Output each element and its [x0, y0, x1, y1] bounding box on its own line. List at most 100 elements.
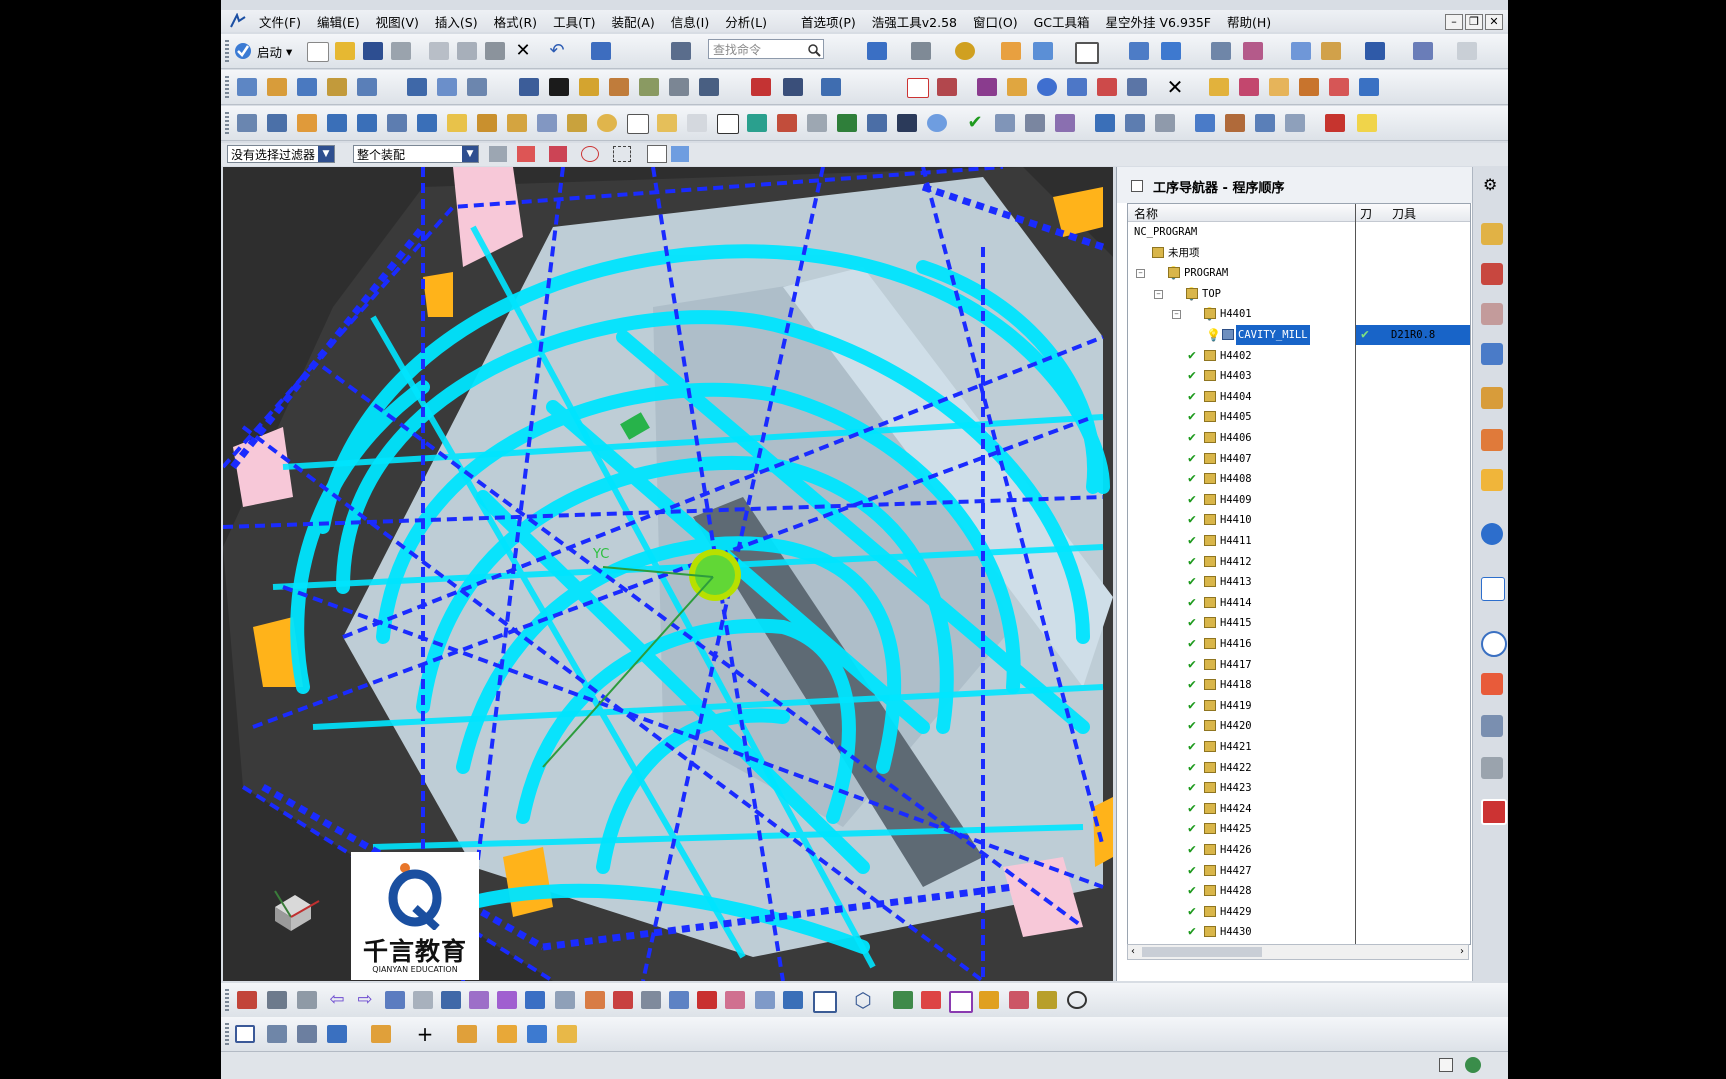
menu-gc-toolkit[interactable]: GC工具箱 — [1026, 12, 1098, 31]
program-order-view-icon[interactable] — [407, 78, 427, 96]
plugin-tool-21-icon[interactable] — [837, 114, 857, 132]
tree-row[interactable]: ✔ H4413 — [1128, 572, 1470, 592]
plugin-tool-8-icon[interactable] — [447, 114, 467, 132]
menu-tools[interactable]: 工具(T) — [545, 12, 603, 31]
tree-row[interactable]: ✔ H4427 — [1128, 861, 1470, 881]
geometry-view-icon[interactable] — [467, 78, 487, 96]
plugin-tool-12-icon[interactable] — [567, 114, 587, 132]
menu-edit[interactable]: 编辑(E) — [309, 12, 368, 31]
cut-icon[interactable] — [429, 42, 449, 60]
plugin-tool-22-icon[interactable] — [867, 114, 887, 132]
constraint-navigator-tab-icon[interactable] — [1481, 263, 1503, 285]
snap-icon[interactable] — [1365, 42, 1385, 60]
collapse-icon[interactable]: − — [1136, 269, 1145, 279]
search-icon[interactable] — [807, 43, 821, 57]
tree-row[interactable]: ✔ H4422 — [1128, 758, 1470, 778]
verify-toolpath-icon[interactable] — [579, 78, 599, 96]
background-icon[interactable] — [1075, 42, 1099, 64]
plugin-tool-31-icon[interactable] — [1155, 114, 1175, 132]
postprocess-icon[interactable] — [669, 78, 689, 96]
plugin-tool-7-icon[interactable] — [417, 114, 437, 132]
generate-toolpath-icon[interactable] — [519, 78, 539, 96]
menu-analysis[interactable]: 分析(L) — [717, 12, 775, 31]
plugin-tool-11-icon[interactable] — [537, 114, 557, 132]
arrow-left-icon[interactable]: ⇦ — [327, 991, 347, 1009]
plugin-tool-26-icon[interactable] — [995, 114, 1015, 132]
feature-icon[interactable] — [371, 1025, 391, 1043]
tree-row[interactable]: −💡TOP — [1128, 284, 1470, 304]
trim-icon[interactable] — [725, 991, 745, 1009]
reuse-library-tab-icon[interactable] — [1481, 429, 1503, 451]
grid-icon[interactable] — [1413, 42, 1433, 60]
sketch-icon[interactable] — [1009, 991, 1029, 1009]
plugin-tool-33-icon[interactable] — [1225, 114, 1245, 132]
blank-page-icon[interactable] — [717, 114, 739, 134]
gift-box-icon[interactable] — [755, 991, 775, 1009]
tree-row[interactable]: −💡H4401 — [1128, 304, 1470, 324]
plugin-tool-28-icon[interactable] — [1055, 114, 1075, 132]
copy-icon[interactable] — [457, 42, 477, 60]
selection-scope-dropdown[interactable]: 整个装配 ▼ — [353, 145, 479, 163]
tree-row[interactable]: ✔ H4424 — [1128, 799, 1470, 819]
tree-row[interactable]: ✔ H4406 — [1128, 428, 1470, 448]
sweep-icon[interactable] — [457, 1025, 477, 1043]
offset-icon[interactable] — [585, 991, 605, 1009]
clock-icon[interactable] — [927, 114, 947, 132]
collision-check-icon[interactable] — [1067, 78, 1087, 96]
rectangle-icon[interactable] — [813, 991, 837, 1013]
shaded-sphere-icon[interactable] — [955, 42, 975, 60]
delete-icon[interactable]: ✕ — [1165, 77, 1185, 97]
tree-row[interactable]: ✔ H4410 — [1128, 510, 1470, 530]
create-program-icon[interactable] — [237, 78, 257, 96]
restore-icon[interactable]: ❐ — [1465, 14, 1483, 30]
toolbar-grip[interactable] — [225, 1023, 229, 1045]
part-list-icon[interactable] — [235, 1025, 255, 1043]
scroll-left-icon[interactable]: ‹ — [1131, 946, 1135, 957]
tree-row[interactable]: ✔ H4415 — [1128, 613, 1470, 633]
tree-row[interactable]: ✔ H4429 — [1128, 902, 1470, 922]
system-materials-tab-icon[interactable] — [1481, 673, 1503, 695]
hd3d-tools-tab-icon[interactable] — [1481, 469, 1503, 491]
menu-file[interactable]: 文件(F) — [251, 12, 309, 31]
menu-help[interactable]: 帮助(H) — [1219, 12, 1279, 31]
create-tool-icon[interactable] — [267, 78, 287, 96]
tree-row[interactable]: ✔ H4409 — [1128, 490, 1470, 510]
operation-tree[interactable]: 名称 刀 刀具 NC_PROGRAM未用项−💡PROGRAM−💡TOP−💡H44… — [1127, 203, 1471, 945]
edit-object-icon[interactable] — [751, 78, 771, 96]
print-icon[interactable] — [391, 42, 411, 60]
tree-row[interactable]: ✔ H4408 — [1128, 469, 1470, 489]
layer-move-icon[interactable] — [641, 991, 661, 1009]
tree-row[interactable]: ✔ H4425 — [1128, 819, 1470, 839]
ruler-icon[interactable] — [1457, 42, 1477, 60]
gouge-check-icon[interactable] — [1097, 78, 1117, 96]
hole-icon[interactable] — [497, 1025, 517, 1043]
column-name[interactable]: 名称 — [1134, 205, 1158, 222]
check-icon[interactable]: ✔ — [965, 114, 985, 132]
create-operation-icon[interactable] — [357, 78, 377, 96]
delete-icon[interactable]: ✕ — [513, 42, 533, 60]
list-info-icon[interactable] — [297, 991, 317, 1009]
plus-icon[interactable]: + — [415, 1024, 435, 1044]
program-group-icon[interactable] — [1209, 78, 1229, 96]
process-studio-tab-icon[interactable] — [1481, 715, 1503, 737]
shop-doc-icon[interactable] — [699, 78, 719, 96]
plugin-tool-19-icon[interactable] — [777, 114, 797, 132]
note-icon[interactable] — [1357, 114, 1377, 132]
menu-view[interactable]: 视图(V) — [368, 12, 427, 31]
plugin-tool-27-icon[interactable] — [1025, 114, 1045, 132]
tree-row[interactable]: ✔ H4407 — [1128, 449, 1470, 469]
startup-button[interactable]: 启动 ▾ — [233, 41, 292, 61]
text-insert-icon[interactable] — [979, 991, 999, 1009]
create-method-icon[interactable] — [327, 78, 347, 96]
copy-object-icon[interactable] — [821, 78, 841, 96]
fit-view-icon[interactable] — [867, 42, 887, 60]
menu-xingkong-plugin[interactable]: 星空外挂 V6.935F — [1098, 12, 1220, 31]
tree-row[interactable]: −💡PROGRAM — [1128, 263, 1470, 283]
history-tab-icon[interactable] — [1481, 577, 1505, 601]
abs-csys-icon[interactable] — [237, 991, 257, 1009]
roles-tab-icon[interactable] — [1481, 799, 1507, 825]
method-group-icon[interactable] — [1239, 78, 1259, 96]
plugin-tool-13-icon[interactable] — [597, 114, 617, 132]
hexagon-icon[interactable]: ⬡ — [853, 990, 873, 1010]
plugin-tool-6-icon[interactable] — [387, 114, 407, 132]
